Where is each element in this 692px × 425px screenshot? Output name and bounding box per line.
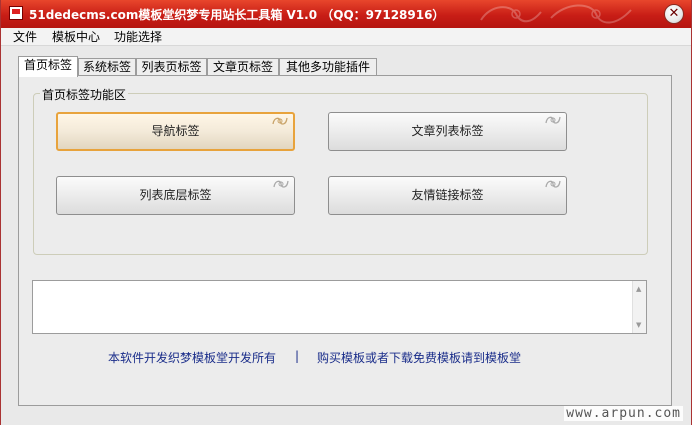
list-bottom-tag-label: 列表底层标签 — [139, 188, 212, 202]
swirl-icon — [273, 180, 289, 188]
menu-file[interactable]: 文件 — [11, 29, 39, 45]
tab-home[interactable]: 首页标签 — [18, 56, 78, 77]
friend-link-tag-button[interactable]: 友情链接标签 — [328, 176, 567, 215]
close-icon[interactable]: ✕ — [664, 4, 684, 24]
developer-link[interactable]: 本软件开发织梦模板堂开发所有 — [108, 349, 276, 366]
scroll-up-icon[interactable]: ▲ — [636, 285, 641, 293]
app-window: 51dedecms.com模板堂织梦专用站长工具箱 V1.0 （QQ：97128… — [0, 0, 692, 425]
tab-list-page[interactable]: 列表页标签 — [136, 58, 207, 76]
nav-tag-button[interactable]: 导航标签 — [56, 112, 295, 151]
nav-tag-label: 导航标签 — [151, 124, 200, 138]
group-title: 首页标签功能区 — [40, 86, 129, 103]
article-list-tag-button[interactable]: 文章列表标签 — [328, 112, 567, 151]
friend-link-tag-label: 友情链接标签 — [411, 188, 484, 202]
article-list-tag-label: 文章列表标签 — [411, 124, 484, 138]
watermark: www.arpun.com — [564, 406, 683, 421]
buy-templates-link[interactable]: 购买模板或者下载免费模板请到模板堂 — [317, 349, 521, 366]
menu-function-select[interactable]: 功能选择 — [112, 29, 164, 45]
list-bottom-tag-button[interactable]: 列表底层标签 — [56, 176, 295, 215]
tab-other-plugins[interactable]: 其他多功能插件 — [279, 58, 377, 76]
footer-separator: | — [295, 349, 300, 363]
swirl-icon — [545, 116, 561, 124]
output-textarea[interactable]: ▲ ▼ — [32, 280, 647, 334]
group-home-tags: 首页标签功能区 导航标签 文章列表标签 列表底层标签 友情链接标签 — [33, 86, 648, 255]
title-decoration — [480, 4, 632, 24]
swirl-icon — [545, 180, 561, 188]
tab-system[interactable]: 系统标签 — [78, 58, 136, 76]
vertical-scrollbar[interactable]: ▲ ▼ — [632, 281, 646, 333]
title-bar[interactable]: 51dedecms.com模板堂织梦专用站长工具箱 V1.0 （QQ：97128… — [1, 0, 691, 28]
window-title: 51dedecms.com模板堂织梦专用站长工具箱 V1.0 （QQ：97128… — [29, 8, 445, 22]
tab-article-page[interactable]: 文章页标签 — [207, 58, 279, 76]
tab-panel-home: 首页标签功能区 导航标签 文章列表标签 列表底层标签 友情链接标签 ▲ ▼ 本软… — [18, 75, 672, 406]
swirl-icon — [272, 117, 288, 125]
scroll-down-icon[interactable]: ▼ — [636, 321, 641, 329]
menu-bar: 文件 模板中心 功能选择 — [1, 28, 691, 46]
menu-template-center[interactable]: 模板中心 — [50, 29, 102, 45]
app-icon — [9, 6, 23, 20]
